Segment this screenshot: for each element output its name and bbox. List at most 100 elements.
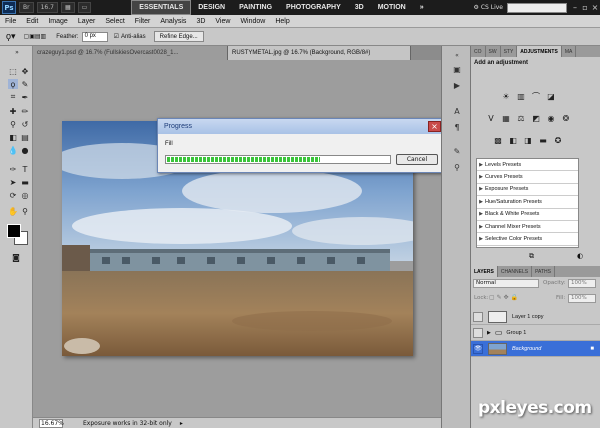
foreground-color-swatch[interactable] [7,224,21,238]
menu-filter[interactable]: Filter [130,18,156,25]
tab-paths[interactable]: PATHS [532,266,555,277]
refine-edge-button[interactable]: Refine Edge... [153,31,204,42]
menu-edit[interactable]: Edit [21,18,43,25]
menu-view[interactable]: View [210,18,235,25]
posterize-icon[interactable]: ◧ [508,136,518,145]
hue-saturation-icon[interactable]: ▦ [501,114,511,123]
expand-triangle-icon[interactable]: ▶ [487,330,491,336]
levels-icon[interactable]: ▥ [516,92,526,101]
quick-mask-icon[interactable]: ◙ [11,252,21,262]
preset-channel-mixer[interactable]: ▶ Channel Mixer Presets [477,221,578,234]
tab-styles[interactable]: STY [501,46,518,57]
screen-mode-button[interactable]: ▭ [77,2,92,13]
clone-stamp-tool-icon[interactable]: ⚲ [8,119,18,129]
visibility-toggle[interactable] [473,327,483,338]
search-input[interactable] [507,2,567,13]
pen-tool-icon[interactable]: ✑ [8,164,18,174]
preset-levels[interactable]: ▶ Levels Presets [477,159,578,172]
selective-color-icon[interactable]: ✪ [553,136,563,145]
menu-image[interactable]: Image [43,18,72,25]
channel-mixer-icon[interactable]: ❂ [561,114,571,123]
menu-select[interactable]: Select [100,18,129,25]
threshold-icon[interactable]: ◨ [523,136,533,145]
path-selection-tool-icon[interactable]: ➤ [8,177,18,187]
fill-input[interactable]: 100% [568,294,596,303]
selection-mode-icon[interactable]: ▢▣▤▥ [24,33,47,40]
dialog-title-bar[interactable]: Progress [158,119,443,134]
exposure-icon[interactable]: ◪ [546,92,556,101]
gradient-tool-icon[interactable]: ▤ [20,132,30,142]
launch-bridge-button[interactable]: Br [19,2,34,13]
lasso-tool-preset-icon[interactable]: ϙ▾ [6,31,16,42]
menu-3d[interactable]: 3D [191,18,210,25]
layer-row-selected[interactable]: 👁 Background ■ [471,341,600,357]
opacity-input[interactable]: 100% [568,279,596,288]
actions-panel-icon[interactable]: ▶ [451,80,463,90]
zoom-tool-icon[interactable]: ⚲ [20,206,30,216]
history-panel-icon[interactable]: ▣ [451,64,463,74]
blur-tool-icon[interactable]: 💧 [8,145,18,155]
more-workspaces-button[interactable]: » [413,0,431,15]
clip-to-layer-icon[interactable]: ⧉ [529,252,534,261]
tab-rustymetal[interactable]: RUSTYMETAL.jpg @ 16.7% (Background, RGB/… [228,46,411,60]
crop-tool-icon[interactable]: ⌗ [8,92,18,102]
3d-orbit-tool-icon[interactable]: ◎ [20,190,30,200]
arrange-documents-button[interactable]: ▦ [60,2,75,13]
minimize-icon[interactable]: – [570,3,580,13]
cs-live-button[interactable]: ⚙ CS Live [473,4,507,11]
zoom-readout[interactable]: 16.67% [39,418,64,428]
history-brush-tool-icon[interactable]: ↺ [20,119,30,129]
tab-swatches[interactable]: SW [486,46,501,57]
layer-row[interactable]: Layer 1 copy [471,309,600,325]
maximize-icon[interactable]: ▫ [580,3,590,13]
preset-black-white[interactable]: ▶ Black & White Presets [477,209,578,221]
eye-icon[interactable]: 👁 [473,343,483,354]
color-balance-icon[interactable]: ⚖ [516,114,526,123]
tab-crazeguy1[interactable]: crazeguy1.psd @ 16.7% (FullskiesOvercast… [33,46,228,60]
eraser-tool-icon[interactable]: ◧ [8,132,18,142]
antialias-checkbox[interactable]: ☑ [114,33,119,40]
workspace-design[interactable]: DESIGN [191,0,232,15]
black-white-icon[interactable]: ◩ [531,114,541,123]
workspace-3d[interactable]: 3D [348,0,371,15]
healing-brush-tool-icon[interactable]: ✚ [8,106,18,116]
preset-hue-saturation[interactable]: ▶ Hue/Saturation Presets [477,196,578,209]
move-tool-icon[interactable]: ✥ [20,66,30,76]
status-menu-icon[interactable]: ▸ [180,420,183,427]
eyedropper-tool-icon[interactable]: ✒ [20,92,30,102]
tab-masks[interactable]: MA [562,46,577,57]
hand-tool-icon[interactable]: ✋ [8,206,18,216]
quick-selection-tool-icon[interactable]: ✎ [20,79,30,89]
type-tool-icon[interactable]: T [20,164,30,174]
feather-input[interactable]: 0 px [81,31,108,42]
3d-rotate-tool-icon[interactable]: ⟳ [8,190,18,200]
dialog-close-icon[interactable]: × [428,121,441,132]
marquee-tool-icon[interactable]: ⬚ [8,66,18,76]
workspace-motion[interactable]: MOTION [371,0,413,15]
preset-exposure[interactable]: ▶ Exposure Presets [477,184,578,197]
brightness-contrast-icon[interactable]: ☀ [501,92,511,101]
menu-analysis[interactable]: Analysis [155,18,191,25]
gradient-map-icon[interactable]: ▬ [538,136,548,145]
blend-mode-dropdown[interactable]: Normal [473,279,539,288]
paragraph-panel-icon[interactable]: ¶ [451,122,463,132]
layer-row[interactable]: ▶ ▭ Group 1 [471,325,600,341]
invert-icon[interactable]: ▩ [493,136,503,145]
brushes-panel-icon[interactable]: ✎ [451,146,463,156]
menu-help[interactable]: Help [270,18,294,25]
preset-selective-color[interactable]: ▶ Selective Color Presets [477,233,578,246]
shape-tool-icon[interactable]: ▬ [20,177,30,187]
dodge-tool-icon[interactable]: ● [20,145,30,155]
tab-color[interactable]: CO [471,46,486,57]
photo-filter-icon[interactable]: ◉ [546,114,556,123]
lock-options-icon[interactable]: ▢ ✎ ✥ 🔒 [489,294,518,301]
curves-icon[interactable]: ⌒ [531,92,541,101]
workspace-essentials[interactable]: ESSENTIALS [131,0,192,15]
vibrance-icon[interactable]: V [486,114,496,123]
menu-layer[interactable]: Layer [73,18,101,25]
brush-tool-icon[interactable]: ✏ [20,106,30,116]
clone-source-panel-icon[interactable]: ⚲ [451,162,463,172]
tab-adjustments[interactable]: ADJUSTMENTS [517,46,562,57]
visibility-toggle[interactable] [473,311,483,322]
preset-curves[interactable]: ▶ Curves Presets [477,171,578,184]
